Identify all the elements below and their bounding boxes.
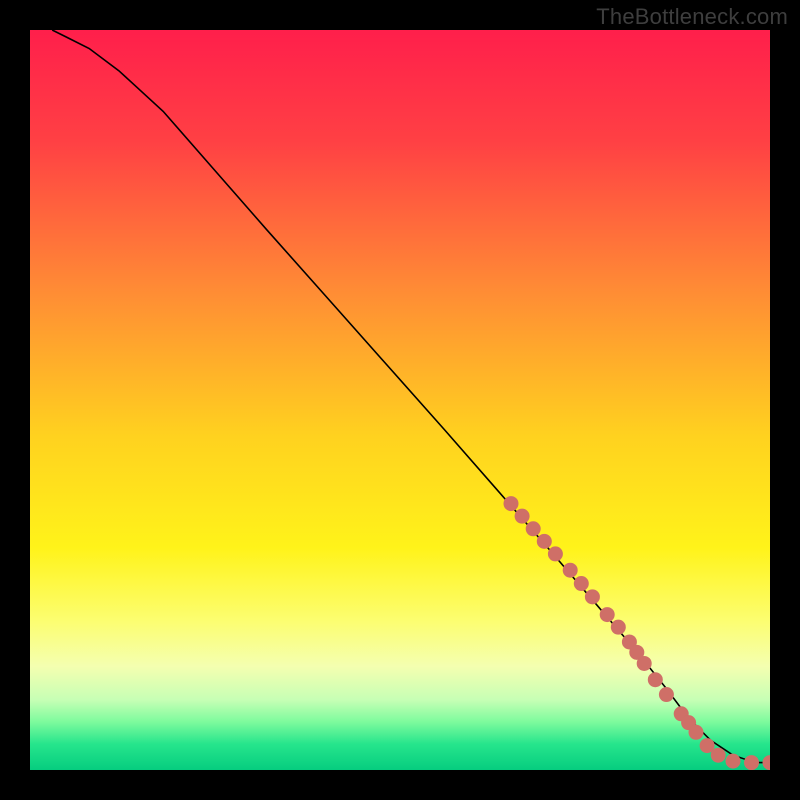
data-marker [537,534,552,549]
data-marker [585,589,600,604]
data-marker [526,521,541,536]
gradient-background [30,30,770,770]
data-marker [504,496,519,511]
chart-frame: TheBottleneck.com [0,0,800,800]
data-marker [600,607,615,622]
data-marker [611,620,626,635]
data-marker [648,672,663,687]
plot-area [30,30,770,770]
watermark-text: TheBottleneck.com [596,4,788,30]
data-marker [574,576,589,591]
data-marker [548,546,563,561]
data-marker [515,509,530,524]
data-marker [726,754,741,769]
data-marker [563,563,578,578]
chart-svg [30,30,770,770]
data-marker [744,755,759,770]
data-marker [659,687,674,702]
data-marker [637,656,652,671]
data-marker [689,725,704,740]
data-marker [711,748,726,763]
